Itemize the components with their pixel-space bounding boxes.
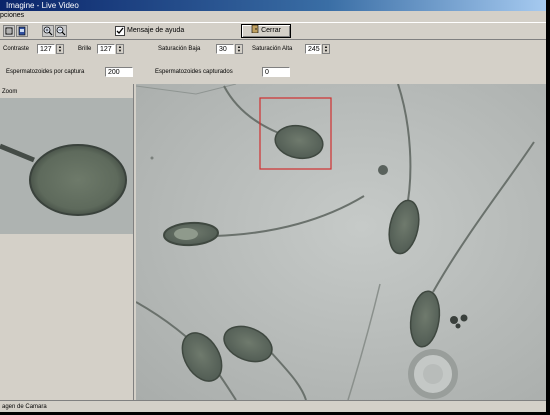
zoom-out-icon[interactable] bbox=[55, 25, 67, 37]
captured-label: Espermatozoides capturados bbox=[155, 69, 233, 75]
contrast-input[interactable]: 127 bbox=[37, 44, 55, 54]
zoom-in-icon[interactable] bbox=[42, 25, 54, 37]
saturation-high-input[interactable]: 245 bbox=[305, 44, 321, 54]
close-button[interactable]: Cerrar bbox=[241, 24, 291, 38]
menu-item-opciones[interactable]: pciones bbox=[0, 12, 24, 19]
close-button-label: Cerrar bbox=[261, 27, 281, 34]
clipboard-icon[interactable] bbox=[16, 25, 28, 37]
per-capture-label: Espermatozoides por captura bbox=[6, 69, 85, 75]
status-bar: agen de Camara bbox=[0, 400, 546, 412]
brightness-input[interactable]: 127 bbox=[97, 44, 115, 54]
saturation-low-label: Saturación Baja bbox=[158, 46, 201, 52]
help-message-checkbox[interactable] bbox=[115, 26, 125, 36]
per-capture-input[interactable]: 200 bbox=[105, 67, 133, 77]
door-icon bbox=[251, 24, 259, 34]
check-icon bbox=[116, 27, 124, 34]
toolbar: Mensaje de ayuda Cerrar bbox=[0, 22, 546, 40]
help-message-label: Mensaje de ayuda bbox=[127, 27, 185, 34]
saturation-low-spinner[interactable]: ▲ ▼ bbox=[235, 44, 243, 54]
saturation-high-spinner[interactable]: ▲ ▼ bbox=[322, 44, 330, 54]
window-title: Imagine - Live Video bbox=[6, 1, 79, 10]
zoom-view[interactable] bbox=[0, 98, 133, 234]
zoomed-sperm-image bbox=[0, 98, 133, 234]
saturation-high-label: Saturación Alta bbox=[252, 46, 293, 52]
list-icon[interactable] bbox=[3, 25, 15, 37]
saturation-low-input[interactable]: 30 bbox=[216, 44, 234, 54]
status-text: agen de Camara bbox=[2, 404, 47, 410]
captured-input[interactable]: 0 bbox=[262, 67, 290, 77]
microscope-image bbox=[136, 84, 546, 400]
brightness-spinner[interactable]: ▲ ▼ bbox=[116, 44, 124, 54]
app-window: Imagine - Live Video pciones Mensaje de … bbox=[0, 0, 546, 412]
title-bar: Imagine - Live Video bbox=[0, 0, 546, 11]
zoom-label: Zoom bbox=[2, 89, 18, 95]
menu-bar: pciones bbox=[0, 11, 546, 21]
contrast-spinner[interactable]: ▲ ▼ bbox=[56, 44, 64, 54]
contrast-label: Contraste bbox=[3, 46, 30, 52]
brightness-label: Brille bbox=[78, 46, 92, 52]
live-video-view[interactable] bbox=[136, 84, 546, 400]
